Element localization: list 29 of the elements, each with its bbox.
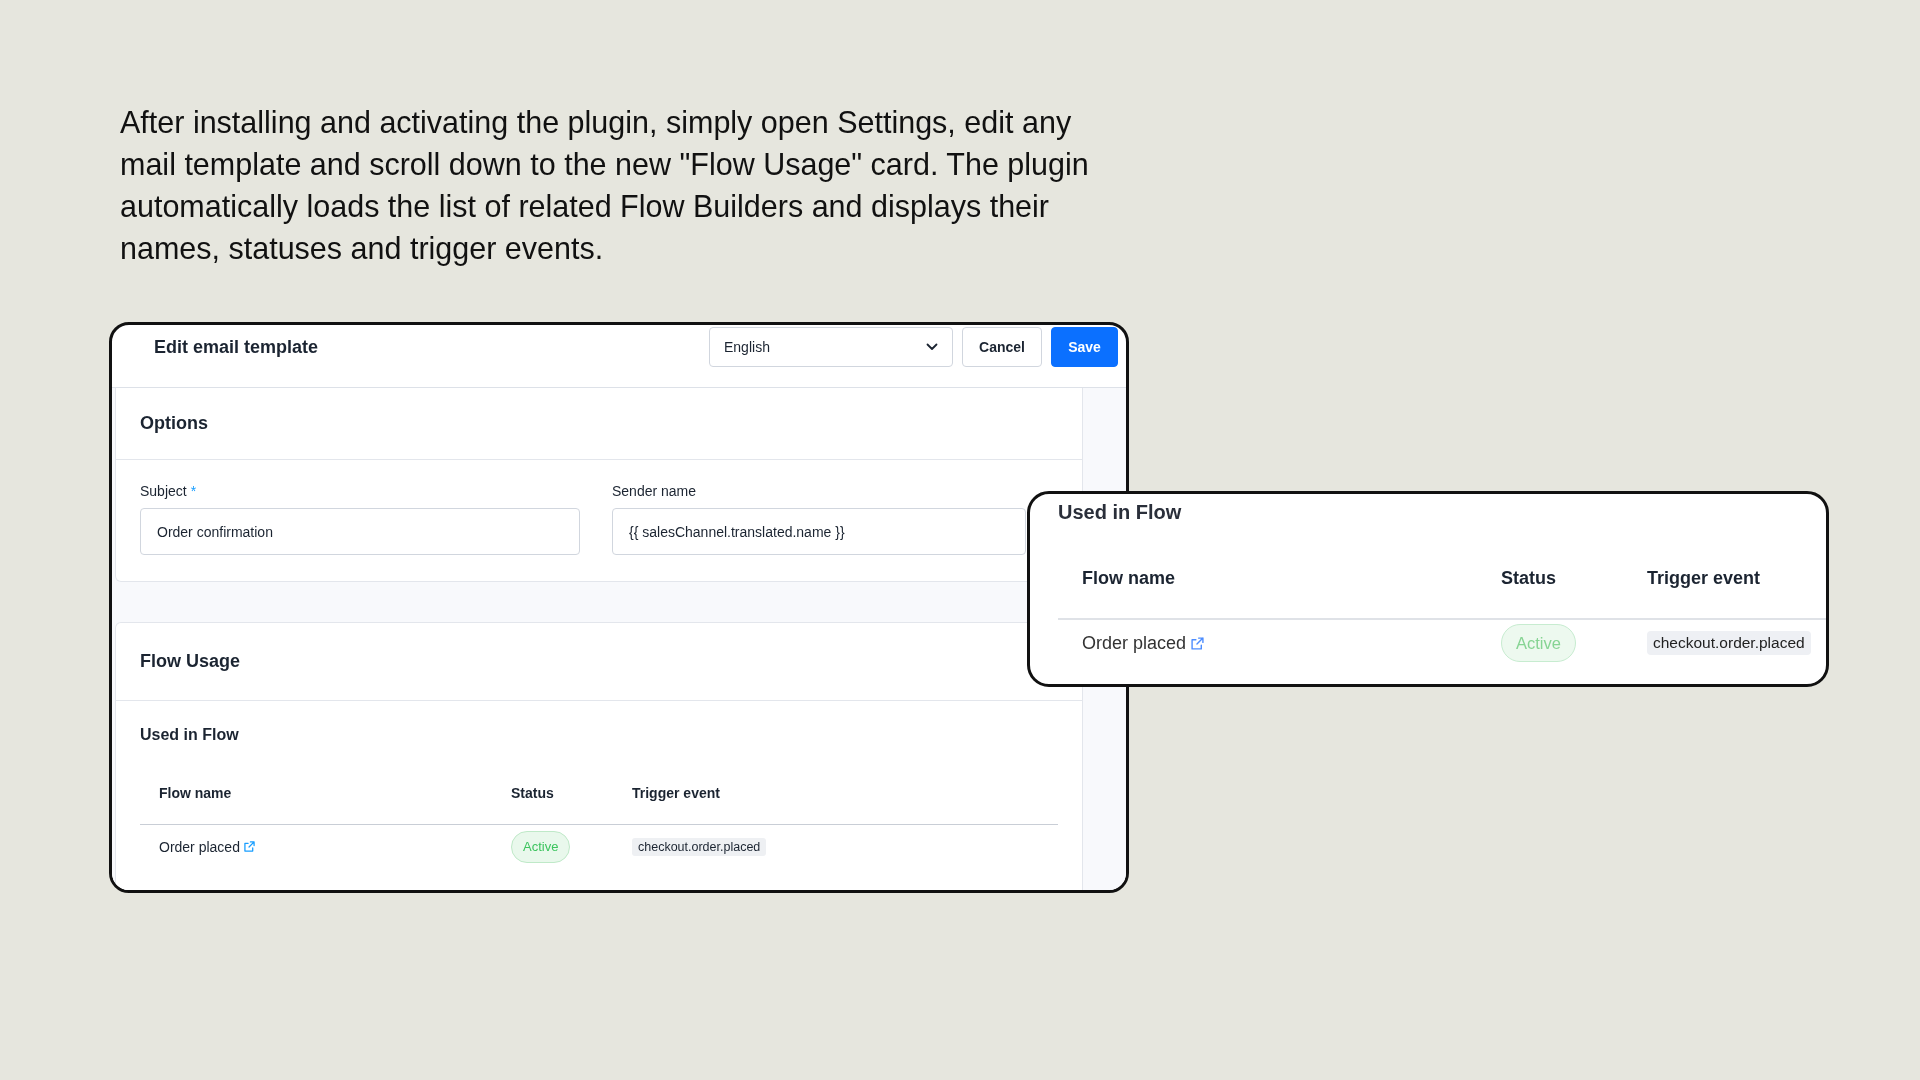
language-select[interactable]: English [709,327,953,367]
text-field[interactable]: Order confirmation [140,508,580,555]
column-header: Flow name [159,784,232,802]
section-title: Used in Flow [140,725,239,745]
field-label: Subject [140,482,187,500]
text-field[interactable]: {{ salesChannel.translated.name }} [612,508,1026,555]
column-header: Trigger event [632,784,720,802]
cancel-button[interactable]: Cancel [962,327,1042,367]
save-button[interactable]: Save [1051,327,1118,367]
description-paragraph: After installing and activating the plugin, simply open Settings, edit any mail template and scroll down to the new "Flow Usage" card. The plugin automatically loads the list of related Flow Builders and displays their names, statuses and trigger events. [120,104,1090,268]
status-badge: Active [1501,624,1576,662]
flow-name-link[interactable]: Order placed [159,838,240,855]
external-link-icon[interactable] [243,841,255,852]
chevron-down-icon [926,343,938,351]
column-header: Trigger event [1647,567,1761,589]
card-title: Options [140,413,208,434]
column-header: Status [511,784,554,802]
column-header: Flow name [1082,567,1175,589]
event-tag: checkout.order.placed [632,837,767,856]
external-link-icon[interactable] [1191,636,1205,650]
card-title: Flow Usage [140,651,241,672]
section-title: Used in Flow [1058,500,1182,524]
flow-name-link[interactable]: Order placed [1082,632,1187,654]
status-badge: Active [511,830,571,863]
window-title: Edit email template [154,336,319,358]
field-label: Sender name [612,482,697,500]
event-tag: checkout.order.placed [1647,631,1811,655]
required-mark: * [190,482,197,500]
column-header: Status [1501,567,1556,589]
